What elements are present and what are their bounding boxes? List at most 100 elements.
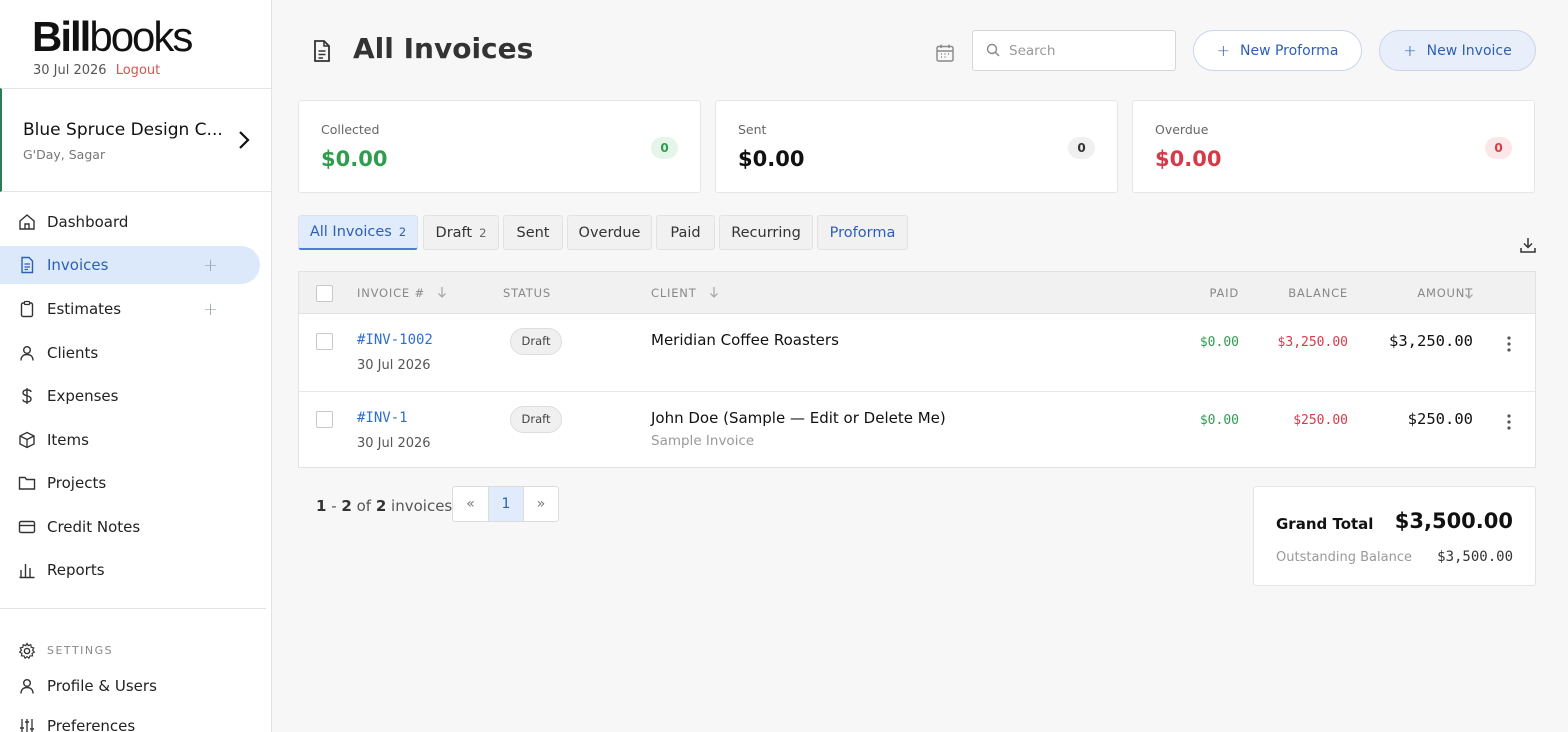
sidebar-item-label: Projects	[47, 474, 107, 492]
billbooks-logo[interactable]: Billbooks	[32, 13, 193, 60]
user-greeting: G'Day, Sagar	[23, 147, 106, 162]
invoice-number-link[interactable]: #INV-1002	[357, 332, 433, 348]
pagination-from: 1	[316, 497, 327, 515]
search-input[interactable]	[1009, 40, 1169, 62]
pagination-unit: invoices	[391, 497, 453, 515]
tab-count: 2	[398, 225, 407, 239]
clipboard-icon	[20, 300, 34, 318]
sidebar-item-label: Reports	[47, 561, 105, 579]
next-page-button[interactable]: »	[523, 487, 558, 521]
company-switcher[interactable]: Blue Spruce Design C... G'Day, Sagar	[0, 88, 271, 192]
invoice-amount: $250.00	[1407, 410, 1473, 428]
sidebar-item-label: Dashboard	[47, 213, 129, 231]
tab-proforma[interactable]: Proforma	[817, 215, 908, 250]
stat-count-badge: 0	[1485, 137, 1512, 159]
table-row[interactable]: #INV-1002 30 Jul 2026 Draft Meridian Cof…	[299, 314, 1535, 391]
prev-page-button[interactable]: «	[453, 487, 488, 521]
table-row[interactable]: #INV-1 30 Jul 2026 Draft John Doe (Sampl…	[299, 391, 1535, 468]
sidebar-item-estimates[interactable]: Estimates +	[0, 290, 260, 328]
stat-value: $0.00	[1155, 147, 1222, 171]
client-note: Sample Invoice	[651, 433, 755, 449]
outstanding-balance-label: Outstanding Balance	[1276, 550, 1412, 565]
user-icon	[20, 679, 34, 694]
stat-card-collected[interactable]: Collected $0.00 0	[298, 100, 701, 193]
sidebar-item-invoices[interactable]: Invoices +	[0, 246, 260, 284]
stat-card-overdue[interactable]: Overdue $0.00 0	[1132, 100, 1535, 193]
more-options-icon[interactable]	[1507, 414, 1511, 430]
sidebar-item-items[interactable]: Items	[0, 421, 260, 459]
paid-amount: $0.00	[1199, 413, 1239, 428]
tab-paid[interactable]: Paid	[656, 215, 715, 250]
invoice-number-link[interactable]: #INV-1	[357, 410, 408, 426]
sidebar-item-label: Invoices	[47, 256, 109, 274]
add-estimate-plus-icon[interactable]: +	[203, 299, 218, 320]
balance-amount: $250.00	[1293, 413, 1348, 428]
sidebar-item-projects[interactable]: Projects	[0, 464, 260, 502]
column-header-invoice[interactable]: INVOICE #	[357, 286, 447, 300]
page-button-current[interactable]: 1	[488, 487, 523, 521]
tab-count: 2	[479, 225, 487, 240]
pagination: « 1 »	[452, 486, 559, 522]
invoice-date: 30 Jul 2026	[357, 436, 431, 451]
logo-text-light: books	[89, 13, 193, 60]
tab-label: Paid	[670, 224, 701, 241]
tab-draft[interactable]: Draft 2	[423, 215, 499, 250]
download-icon[interactable]	[1519, 236, 1537, 254]
new-proforma-label: New Proforma	[1239, 42, 1339, 59]
stat-card-sent[interactable]: Sent $0.00 0	[715, 100, 1118, 193]
company-name: Blue Spruce Design C...	[23, 120, 223, 140]
plus-icon: +	[1403, 41, 1417, 60]
invoice-table: INVOICE # STATUS CLIENT PAID BALANCE AMO…	[298, 271, 1536, 468]
invoice-icon	[21, 256, 34, 274]
column-header-paid: PAID	[1209, 286, 1239, 300]
pagination-summary: 1 - 2 of 2 invoices	[316, 497, 453, 515]
table-header: INVOICE # STATUS CLIENT PAID BALANCE AMO…	[299, 272, 1535, 314]
sort-arrow-icon[interactable]	[1464, 287, 1474, 299]
logo-text-bold: Bill	[32, 13, 91, 60]
tab-label: All Invoices	[309, 224, 392, 240]
status-badge: Draft	[510, 406, 562, 433]
sidebar-item-reports[interactable]: Reports	[0, 551, 260, 589]
card-icon	[18, 520, 36, 534]
sidebar-item-preferences[interactable]: Preferences	[0, 707, 260, 732]
sidebar-item-label: Clients	[47, 344, 99, 362]
sliders-icon	[20, 719, 34, 732]
tab-label: Draft	[435, 224, 473, 241]
plus-icon: +	[1216, 41, 1230, 60]
tab-sent[interactable]: Sent	[503, 215, 563, 250]
stat-value: $0.00	[321, 147, 388, 171]
calendar-icon[interactable]	[935, 43, 955, 63]
stat-label: Sent	[738, 122, 767, 137]
pagination-total: 2	[375, 497, 387, 515]
tab-label: Sent	[516, 224, 550, 241]
sidebar-item-label: Expenses	[47, 387, 119, 405]
tab-overdue[interactable]: Overdue	[567, 215, 652, 250]
column-header-status: STATUS	[503, 286, 551, 300]
sidebar-item-credit-notes[interactable]: Credit Notes	[0, 508, 260, 546]
sidebar-item-dashboard[interactable]: Dashboard	[0, 203, 260, 241]
column-header-client[interactable]: CLIENT	[651, 286, 719, 300]
box-icon	[19, 431, 35, 449]
totals-card: Grand Total $3,500.00 Outstanding Balanc…	[1253, 486, 1536, 586]
sidebar-item-expenses[interactable]: Expenses	[0, 377, 260, 415]
new-proforma-button[interactable]: + New Proforma	[1193, 30, 1362, 71]
column-header-label: INVOICE #	[357, 286, 425, 300]
select-all-checkbox[interactable]	[316, 285, 333, 302]
search-box[interactable]	[972, 30, 1176, 71]
client-name[interactable]: John Doe (Sample — Edit or Delete Me)	[651, 409, 946, 427]
new-invoice-button[interactable]: + New Invoice	[1379, 30, 1536, 71]
row-checkbox[interactable]	[316, 411, 333, 428]
tab-all-invoices[interactable]: All Invoices 2	[298, 215, 418, 250]
more-options-icon[interactable]	[1507, 336, 1511, 352]
logout-link[interactable]: Logout	[116, 63, 161, 78]
add-invoice-plus-icon[interactable]: +	[203, 255, 218, 276]
tab-recurring[interactable]: Recurring	[719, 215, 813, 250]
row-checkbox[interactable]	[316, 333, 333, 350]
client-name[interactable]: Meridian Coffee Roasters	[651, 331, 839, 349]
stat-count-badge: 0	[1068, 137, 1095, 159]
sidebar-item-profile-users[interactable]: Profile & Users	[0, 667, 260, 705]
sidebar-item-clients[interactable]: Clients	[0, 334, 260, 372]
tab-label: Overdue	[578, 224, 641, 241]
dollar-icon	[22, 388, 32, 404]
invoice-amount: $3,250.00	[1389, 332, 1473, 350]
